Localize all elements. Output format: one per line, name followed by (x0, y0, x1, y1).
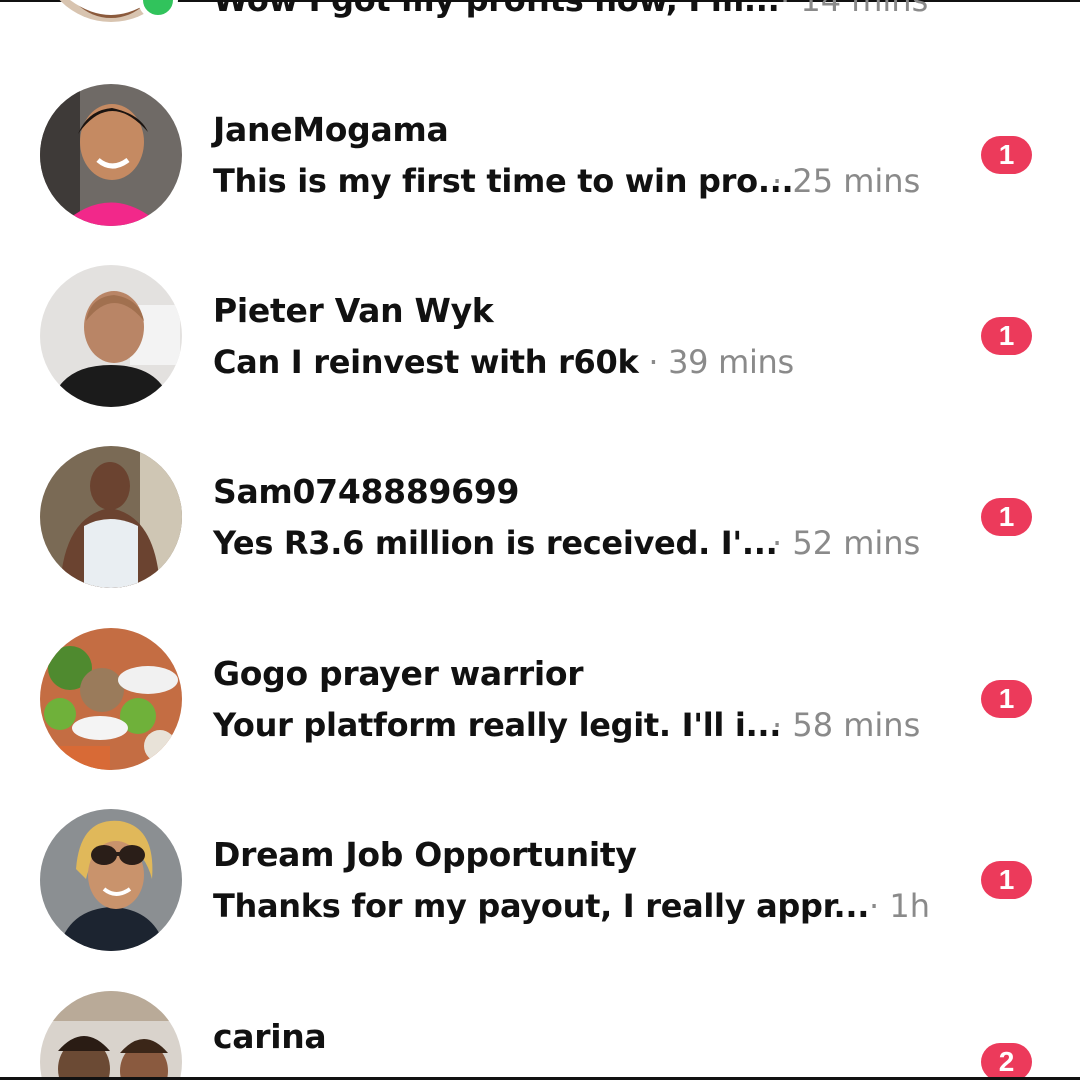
message-time: · 14 mins (780, 0, 929, 19)
unread-badge: 1 (981, 498, 1032, 536)
avatar (40, 809, 182, 951)
conversation-row[interactable]: Pieter Van Wyk Can I reinvest with r60k … (0, 265, 1080, 447)
message-preview-line: Wow I got my profits now, I m... (213, 0, 779, 20)
message-preview: Your platform really legit. I'll i... (213, 706, 782, 744)
avatar (40, 446, 182, 588)
message-preview-line: Can I reinvest with r60k · 39 mins (213, 342, 794, 382)
unread-badge: 1 (981, 317, 1032, 355)
unread-badge: 1 (981, 861, 1032, 899)
avatar (40, 84, 182, 226)
avatar (40, 628, 182, 770)
unread-badge: 1 (981, 136, 1032, 174)
message-preview: Can I reinvest with r60k (213, 343, 639, 381)
contact-name: JaneMogama (213, 110, 449, 149)
conversation-row[interactable]: JaneMogama This is my first time to win … (0, 84, 1080, 266)
avatar (40, 265, 182, 407)
contact-name: carina (213, 1017, 327, 1056)
conversation-row[interactable]: Gogo prayer warrior Your platform really… (0, 628, 1080, 810)
avatar (40, 991, 182, 1077)
message-preview: Yes R3.6 million is received. I'... (213, 524, 778, 562)
message-time: · 25 mins (772, 162, 921, 200)
conversation-row[interactable]: Wow I got my profits now, I m... · 14 mi… (0, 0, 1080, 62)
contact-name: Dream Job Opportunity (213, 835, 637, 874)
online-status-dot (138, 0, 178, 20)
conversation-row[interactable]: carina 2 (0, 991, 1080, 1077)
message-time: · 58 mins (772, 706, 921, 744)
contact-name: Gogo prayer warrior (213, 654, 584, 693)
message-preview: Wow I got my profits now, I m... (213, 0, 780, 19)
conversation-row[interactable]: Sam0748889699 Yes R3.6 million is receiv… (0, 446, 1080, 628)
message-preview-line: This is my first time to win pro... (213, 161, 794, 201)
message-preview: Thanks for my payout, I really appr... (213, 887, 870, 925)
unread-badge: 1 (981, 680, 1032, 718)
message-preview-line: Yes R3.6 million is received. I'... (213, 523, 778, 563)
message-preview-line: Thanks for my payout, I really appr... (213, 886, 869, 926)
conversation-row[interactable]: Dream Job Opportunity Thanks for my payo… (0, 809, 1080, 991)
message-time: · 39 mins (648, 343, 794, 381)
message-preview: This is my first time to win pro... (213, 162, 794, 200)
message-preview-line: Your platform really legit. I'll i... (213, 705, 781, 745)
message-time: · 52 mins (772, 524, 921, 562)
unread-badge: 2 (981, 1043, 1032, 1077)
contact-name: Pieter Van Wyk (213, 291, 494, 330)
contact-name: Sam0748889699 (213, 472, 520, 511)
message-time: · 1h (869, 887, 930, 925)
conversation-list: Wow I got my profits now, I m... · 14 mi… (0, 0, 1080, 1080)
